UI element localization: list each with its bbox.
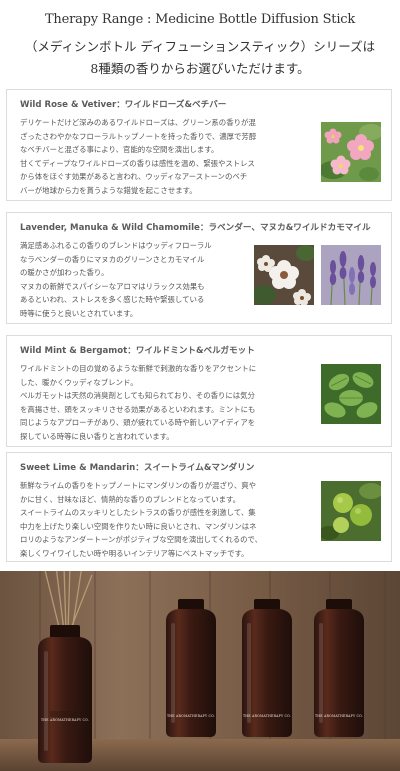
scent-card-wild-rose: Wild Rose & Vetiver：ワイルドローズ&ベチバー デリケートだけ… (6, 89, 392, 201)
title-japanese-line2: 8種類の香りからお選びいただけます。 (90, 61, 310, 76)
description-line: デリケートだけど深みのあるワイルドローズは、グリーン系の香りが混 (20, 118, 256, 127)
wild-rose-photo (321, 122, 381, 182)
description-line: ベルガモットは天然の消臭剤としても知られており、その香りには気分 (20, 391, 255, 401)
title-english: Therapy Range : Medicine Bottle Diffusio… (44, 12, 356, 27)
description-line: なベチバーと混ざる事により、官能的な空間を演出します。 (20, 145, 219, 155)
description-line: ワイルドミントの目の覚めるような新鮮で刺激的な香りをアクセントに (20, 364, 257, 373)
mint-leaves-photo (321, 364, 381, 424)
scent-title: Lavender, Manuka & Wild Chamomile：ラベンダー、… (20, 223, 371, 233)
description-line: なラベンダーの香りにマヌカのグリーンさとカモマイル (20, 254, 205, 264)
description-line: バーが地球から力を貰うような錯覚を起こさせます。 (20, 185, 197, 195)
description-line: 満足感あふれるこの香りのブレンドはウッディフローラル (20, 241, 212, 250)
scent-description: ワイルドミントの目の覚めるような新鮮で刺激的な香りをアクセントに した、暖かくウ… (20, 362, 256, 444)
description-line: ロリのようなアンダートーンがポジティブな空間を演出してくれるので、 (20, 535, 263, 545)
description-line: 探している時等に良い香りと言われています。 (20, 431, 174, 441)
title-japanese-line1: （メディシンボトル ディフューションスティック）シリーズは (24, 39, 376, 54)
description-line: の暖かさが加わった香り。 (20, 268, 109, 278)
scent-title: Wild Rose & Vetiver：ワイルドローズ&ベチバー (20, 100, 227, 110)
description-line: 楽しくワイワイしたい時や明るいインテリア等にベストマッチです。 (20, 548, 249, 558)
description-line: 同じようなアプローチがあり、頭が疲れている時や新しいアイディアを (20, 418, 256, 428)
description-line: 新鮮なライムの香りをトップノートにマンダリンの香りが混ざり、爽や (20, 481, 257, 490)
scent-card-lavender-manuka: Lavender, Manuka & Wild Chamomile：ラベンダー、… (6, 212, 392, 324)
description-line: あるといわれ、ストレスを多く感じた時や緊張している (20, 295, 205, 305)
scent-title: Wild Mint & Bergamot：ワイルドミント&ベルガモット (20, 346, 255, 356)
description-line: マヌカの新鮮でスパイシーなアロマはリラックス効果も (20, 281, 205, 291)
description-line: かに甘く、甘味なほど、情熱的な香りのブレンドとなっています。 (20, 494, 241, 504)
description-line: ざったさわやかなフローラルトップノートを持った香りで、濃厚で芳醇 (20, 131, 257, 141)
scent-description: デリケートだけど深みのあるワイルドローズは、グリーン系の香りが混 ざったさわやか… (20, 116, 256, 198)
diffuser-bottles-photo: THE AROMATHERAPY CO. THE AROMATHERAPY CO… (0, 571, 400, 771)
description-line: から体をほぐす効果があると言われ、ウッディなアーストーンのベチ (20, 172, 248, 182)
scent-description: 満足感あふれるこの香りのブレンドはウッディフローラル なラベンダーの香りにマヌカ… (20, 239, 212, 321)
bottle-label-text: THE AROMATHERAPY CO. (41, 718, 89, 722)
scent-card-sweet-lime: Sweet Lime & Mandarin：スイートライム&マンダリン 新鮮なラ… (6, 452, 392, 562)
lime-photo (321, 481, 381, 541)
lavender-photo (321, 245, 381, 305)
scent-description: 新鮮なライムの香りをトップノートにマンダリンの香りが混ざり、爽や かに甘く、甘味… (20, 479, 262, 561)
description-line: を高揚させ、頭をスッキリさせる効果があるといわれます。ミントにも (20, 404, 256, 414)
description-line: した、暖かくウッディなブレンド。 (20, 377, 138, 387)
scent-title: Sweet Lime & Mandarin：スイートライム&マンダリン (20, 463, 255, 473)
description-line: 時等に使うと良いとされています。 (20, 308, 138, 318)
description-line: 甘くてディープなワイルドローズの香りは感性を温め、緊張やストレス (20, 158, 255, 168)
scent-card-wild-mint: Wild Mint & Bergamot：ワイルドミント&ベルガモット ワイルド… (6, 335, 392, 447)
description-line: スイートライムのスッキリとしたシトラスの香りが感性を刺激して、集 (20, 508, 256, 518)
manuka-flower-photo (254, 245, 314, 305)
description-line: 中力を上げたり楽しい空間を作りたい時に良いとされ、マンダリンはネ (20, 521, 257, 531)
